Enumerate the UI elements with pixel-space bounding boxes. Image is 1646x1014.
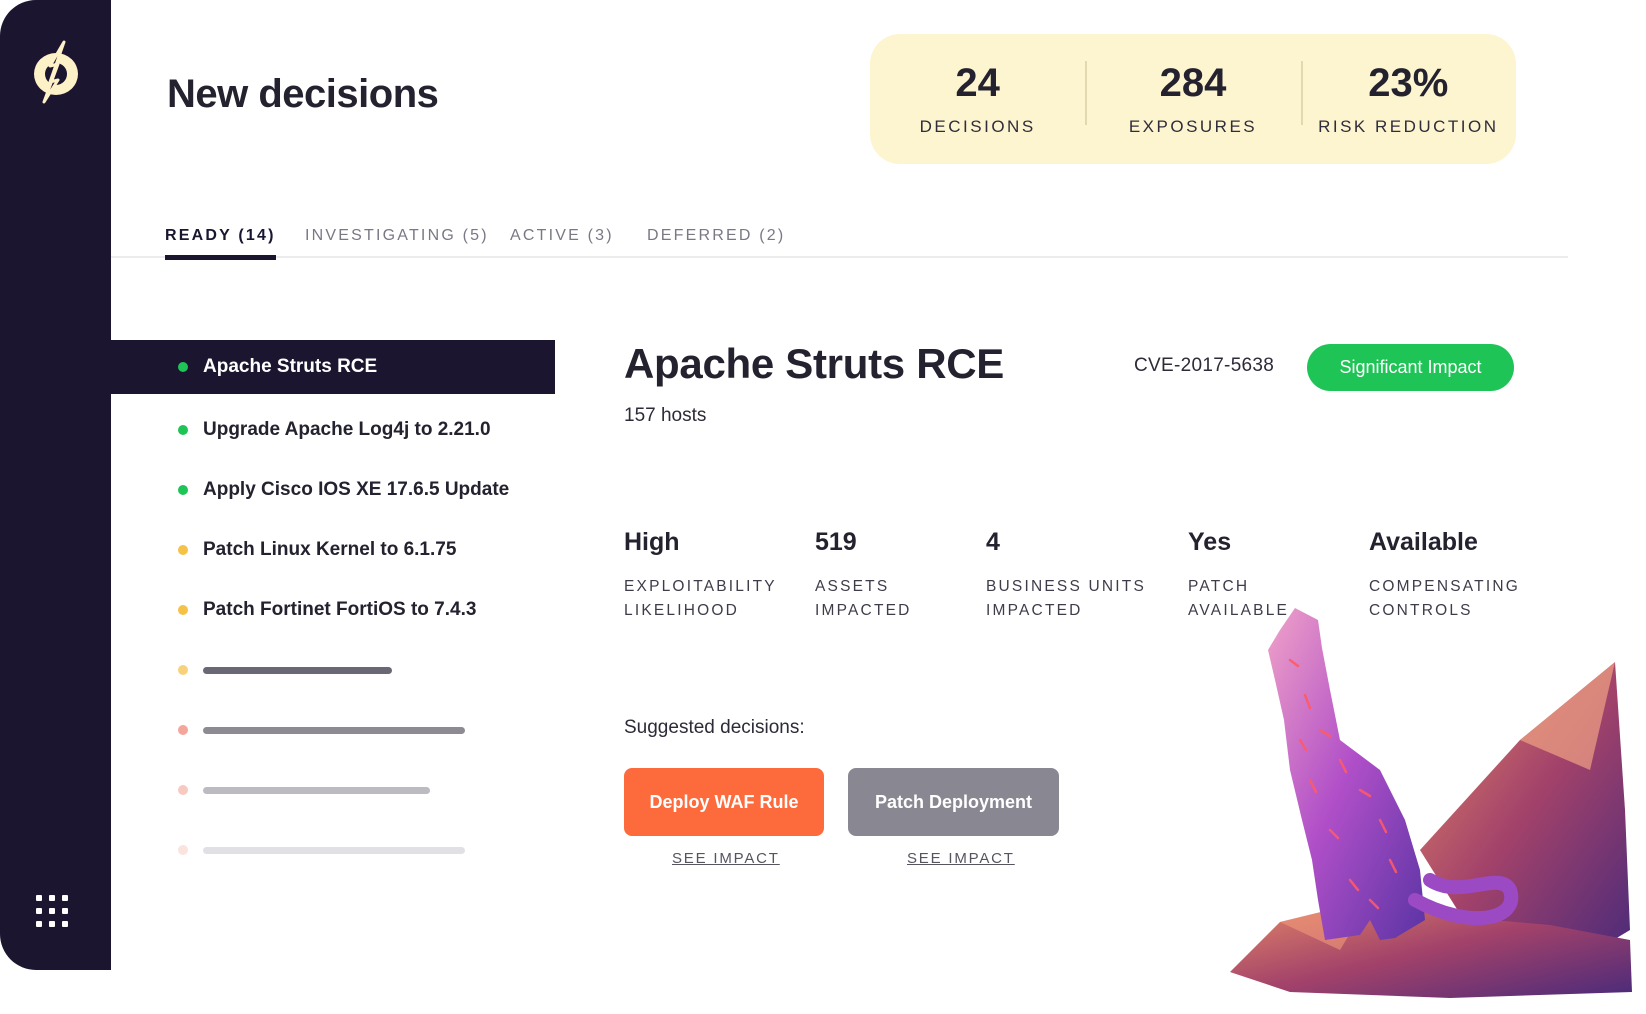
apps-grid-icon[interactable] [36, 895, 70, 929]
decision-item-cisco-ios[interactable]: Apply Cisco IOS XE 17.6.5 Update [111, 460, 555, 520]
placeholder-bar [203, 726, 465, 734]
status-dot [178, 362, 188, 372]
stat-value: 23% [1368, 61, 1449, 105]
stat-decisions: 24 DECISIONS [870, 61, 1085, 137]
placeholder-bar [203, 666, 392, 674]
cve-id: CVE-2017-5638 [1134, 355, 1275, 376]
stat-value: 284 [1159, 61, 1227, 105]
metric-value: Yes [1188, 528, 1232, 556]
detail-title: Apache Struts RCE [624, 340, 1004, 387]
suggested-heading: Suggested decisions: [624, 717, 805, 738]
decision-label: Apply Cisco IOS XE 17.6.5 Update [203, 479, 510, 500]
logo-icon[interactable] [28, 40, 84, 104]
metric-value: Available [1369, 528, 1478, 556]
placeholder-bar [203, 786, 430, 794]
metric-label: BUSINESS UNITS IMPACTED [986, 578, 1146, 619]
tab-ready[interactable]: READY (14) [165, 227, 276, 260]
status-dot [178, 485, 188, 495]
status-dot [178, 845, 188, 855]
decision-label: Upgrade Apache Log4j to 2.21.0 [203, 419, 491, 440]
stat-risk-reduction: 23% RISK REDUCTION [1300, 61, 1516, 137]
metric-value: High [624, 528, 680, 556]
placeholder-row [111, 820, 555, 880]
decision-item-fortios[interactable]: Patch Fortinet FortiOS to 7.4.3 [111, 580, 555, 640]
see-impact-link-patch[interactable]: SEE IMPACT [907, 850, 1015, 867]
stat-label: EXPOSURES [1128, 117, 1258, 136]
patch-deployment-button[interactable]: Patch Deployment [848, 768, 1059, 836]
metric-exploitability: High EXPLOITABILITY LIKELIHOOD [624, 528, 784, 623]
status-dot [178, 785, 188, 795]
decision-item-linux-kernel[interactable]: Patch Linux Kernel to 6.1.75 [111, 520, 555, 580]
metric-label: ASSETS IMPACTED [815, 578, 912, 619]
metric-business-units: 4 BUSINESS UNITS IMPACTED [986, 528, 1176, 623]
page-title: New decisions [167, 72, 439, 116]
metric-value: 4 [986, 528, 1000, 556]
stat-exposures: 284 EXPOSURES [1085, 61, 1300, 137]
status-tabs: READY (14) INVESTIGATING (5) ACTIVE (3) … [111, 220, 1568, 260]
metric-label: EXPLOITABILITY LIKELIHOOD [624, 578, 777, 619]
placeholder-row [111, 700, 555, 760]
status-dot [178, 425, 188, 435]
see-impact-link-waf[interactable]: SEE IMPACT [672, 850, 780, 867]
metric-value: 519 [815, 528, 857, 556]
cheetah-illustration [1230, 608, 1632, 998]
status-dot [178, 605, 188, 615]
decision-list: Apache Struts RCE Upgrade Apache Log4j t… [111, 340, 555, 880]
tab-investigating[interactable]: INVESTIGATING (5) [305, 227, 489, 245]
decision-item-log4j[interactable]: Upgrade Apache Log4j to 2.21.0 [111, 400, 555, 460]
tab-deferred[interactable]: DEFERRED (2) [647, 227, 785, 245]
status-dot [178, 545, 188, 555]
decision-label: Patch Linux Kernel to 6.1.75 [203, 539, 457, 560]
metric-assets: 519 ASSETS IMPACTED [815, 528, 945, 623]
stat-label: DECISIONS [919, 117, 1036, 136]
tab-active[interactable]: ACTIVE (3) [510, 227, 614, 245]
stat-label: RISK REDUCTION [1318, 117, 1499, 136]
status-dot [178, 665, 188, 675]
stats-card: 24 DECISIONS 284 EXPOSURES 23% RISK REDU… [870, 34, 1516, 164]
host-count: 157 hosts [624, 405, 707, 426]
placeholder-row [111, 640, 555, 700]
stat-value: 24 [955, 61, 1000, 105]
sidebar [0, 0, 111, 970]
decision-label: Patch Fortinet FortiOS to 7.4.3 [203, 599, 477, 620]
decision-item-apache-struts[interactable]: Apache Struts RCE [111, 340, 555, 394]
deploy-waf-rule-button[interactable]: Deploy WAF Rule [624, 768, 824, 836]
placeholder-row [111, 760, 555, 820]
placeholder-bar [203, 846, 465, 854]
status-dot [178, 725, 188, 735]
impact-badge: Significant Impact [1307, 344, 1514, 391]
decision-label: Apache Struts RCE [203, 356, 378, 377]
